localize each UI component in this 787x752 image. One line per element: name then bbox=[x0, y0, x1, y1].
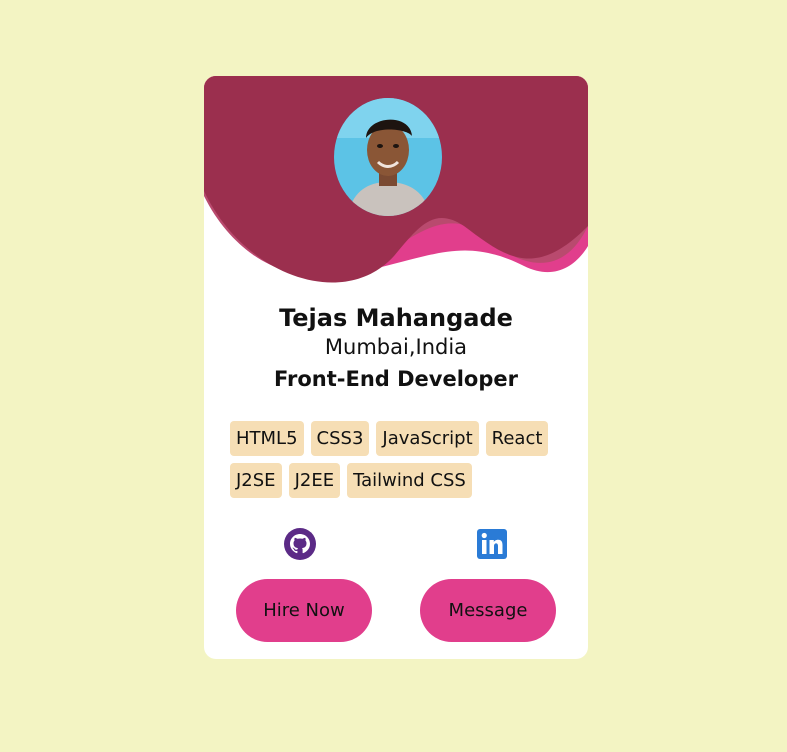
github-link[interactable] bbox=[284, 528, 316, 560]
skill-tag: HTML5 bbox=[230, 421, 304, 456]
skill-tag: CSS3 bbox=[310, 421, 370, 456]
profile-location: Mumbai,India bbox=[324, 335, 468, 359]
avatar-photo bbox=[334, 98, 442, 216]
avatar bbox=[334, 98, 442, 216]
linkedin-link[interactable] bbox=[476, 528, 508, 560]
skills-row: HTML5 CSS3 JavaScript React bbox=[230, 421, 570, 456]
skills-row: J2SE J2EE Tailwind CSS bbox=[230, 463, 570, 498]
message-button[interactable]: Message bbox=[420, 579, 556, 642]
skill-tag: Tailwind CSS bbox=[347, 463, 472, 498]
linkedin-icon bbox=[477, 529, 507, 559]
skill-tag: J2EE bbox=[288, 463, 341, 498]
profile-name: Tejas Mahangade bbox=[279, 304, 513, 332]
skill-tag: J2SE bbox=[230, 463, 282, 498]
profile-role: Front-End Developer bbox=[274, 367, 518, 391]
github-icon bbox=[284, 528, 316, 560]
skills-list: HTML5 CSS3 JavaScript React J2SE J2EE Ta… bbox=[230, 421, 570, 505]
skill-tag: JavaScript bbox=[376, 421, 479, 456]
hire-now-button[interactable]: Hire Now bbox=[236, 579, 372, 642]
profile-card: Tejas Mahangade Mumbai,India Front-End D… bbox=[204, 76, 588, 659]
skill-tag: React bbox=[485, 421, 549, 456]
